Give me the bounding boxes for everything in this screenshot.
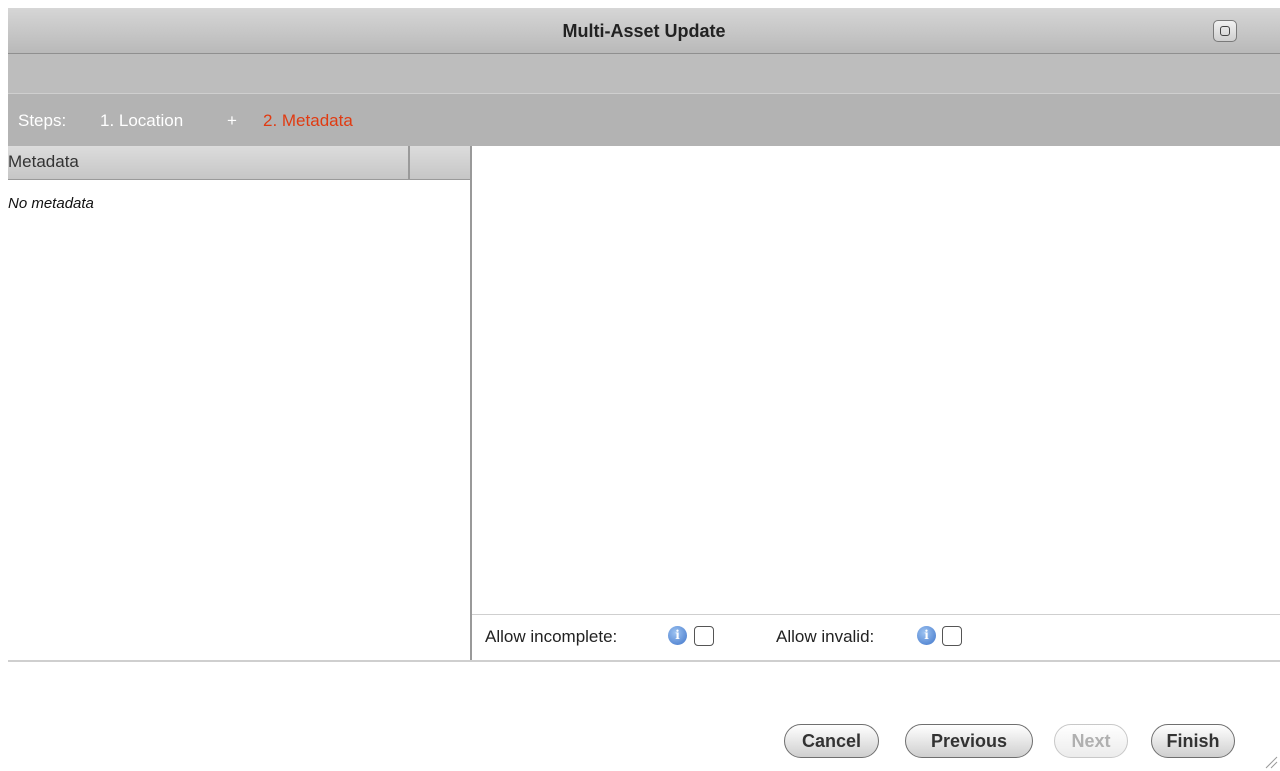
column-resize-handle[interactable] [408,146,410,180]
toolbar-strip [8,54,1280,94]
metadata-list-panel: Metadata No metadata [8,146,472,660]
resize-grip-icon[interactable] [1264,755,1278,769]
allow-incomplete-label: Allow incomplete: [485,627,618,646]
empty-metadata-message: No metadata [8,195,94,212]
previous-button[interactable]: Previous [905,724,1033,758]
metadata-column-header[interactable]: Metadata [8,146,470,180]
metadata-editor-panel: Allow incomplete: i Allow invalid: i [472,146,1280,660]
maximize-button[interactable] [1213,20,1237,42]
steps-bar: Steps: 1. Location + 2. Metadata [8,94,1280,146]
step-separator: + [227,111,237,130]
step-location[interactable]: 1. Location [100,111,183,131]
allow-incomplete-checkbox[interactable] [694,626,714,646]
maximize-icon [1220,26,1230,36]
footer-divider [8,660,1280,662]
metadata-column-label: Metadata [8,152,79,171]
multi-asset-update-dialog: Multi-Asset Update Steps: 1. Location + … [0,0,1280,771]
allow-invalid-info-icon[interactable]: i [917,626,936,645]
cancel-button[interactable]: Cancel [784,724,879,758]
title-bar: Multi-Asset Update [8,8,1280,54]
finish-button[interactable]: Finish [1151,724,1235,758]
allow-invalid-checkbox[interactable] [942,626,962,646]
window-title: Multi-Asset Update [562,21,726,41]
allow-incomplete-info-icon[interactable]: i [668,626,687,645]
next-button[interactable]: Next [1054,724,1128,758]
allow-invalid-label: Allow invalid: [776,627,875,646]
steps-prefix: Steps: [18,111,67,130]
validation-options-bar: Allow incomplete: i Allow invalid: i [472,614,1280,660]
step-metadata[interactable]: 2. Metadata [263,111,353,131]
